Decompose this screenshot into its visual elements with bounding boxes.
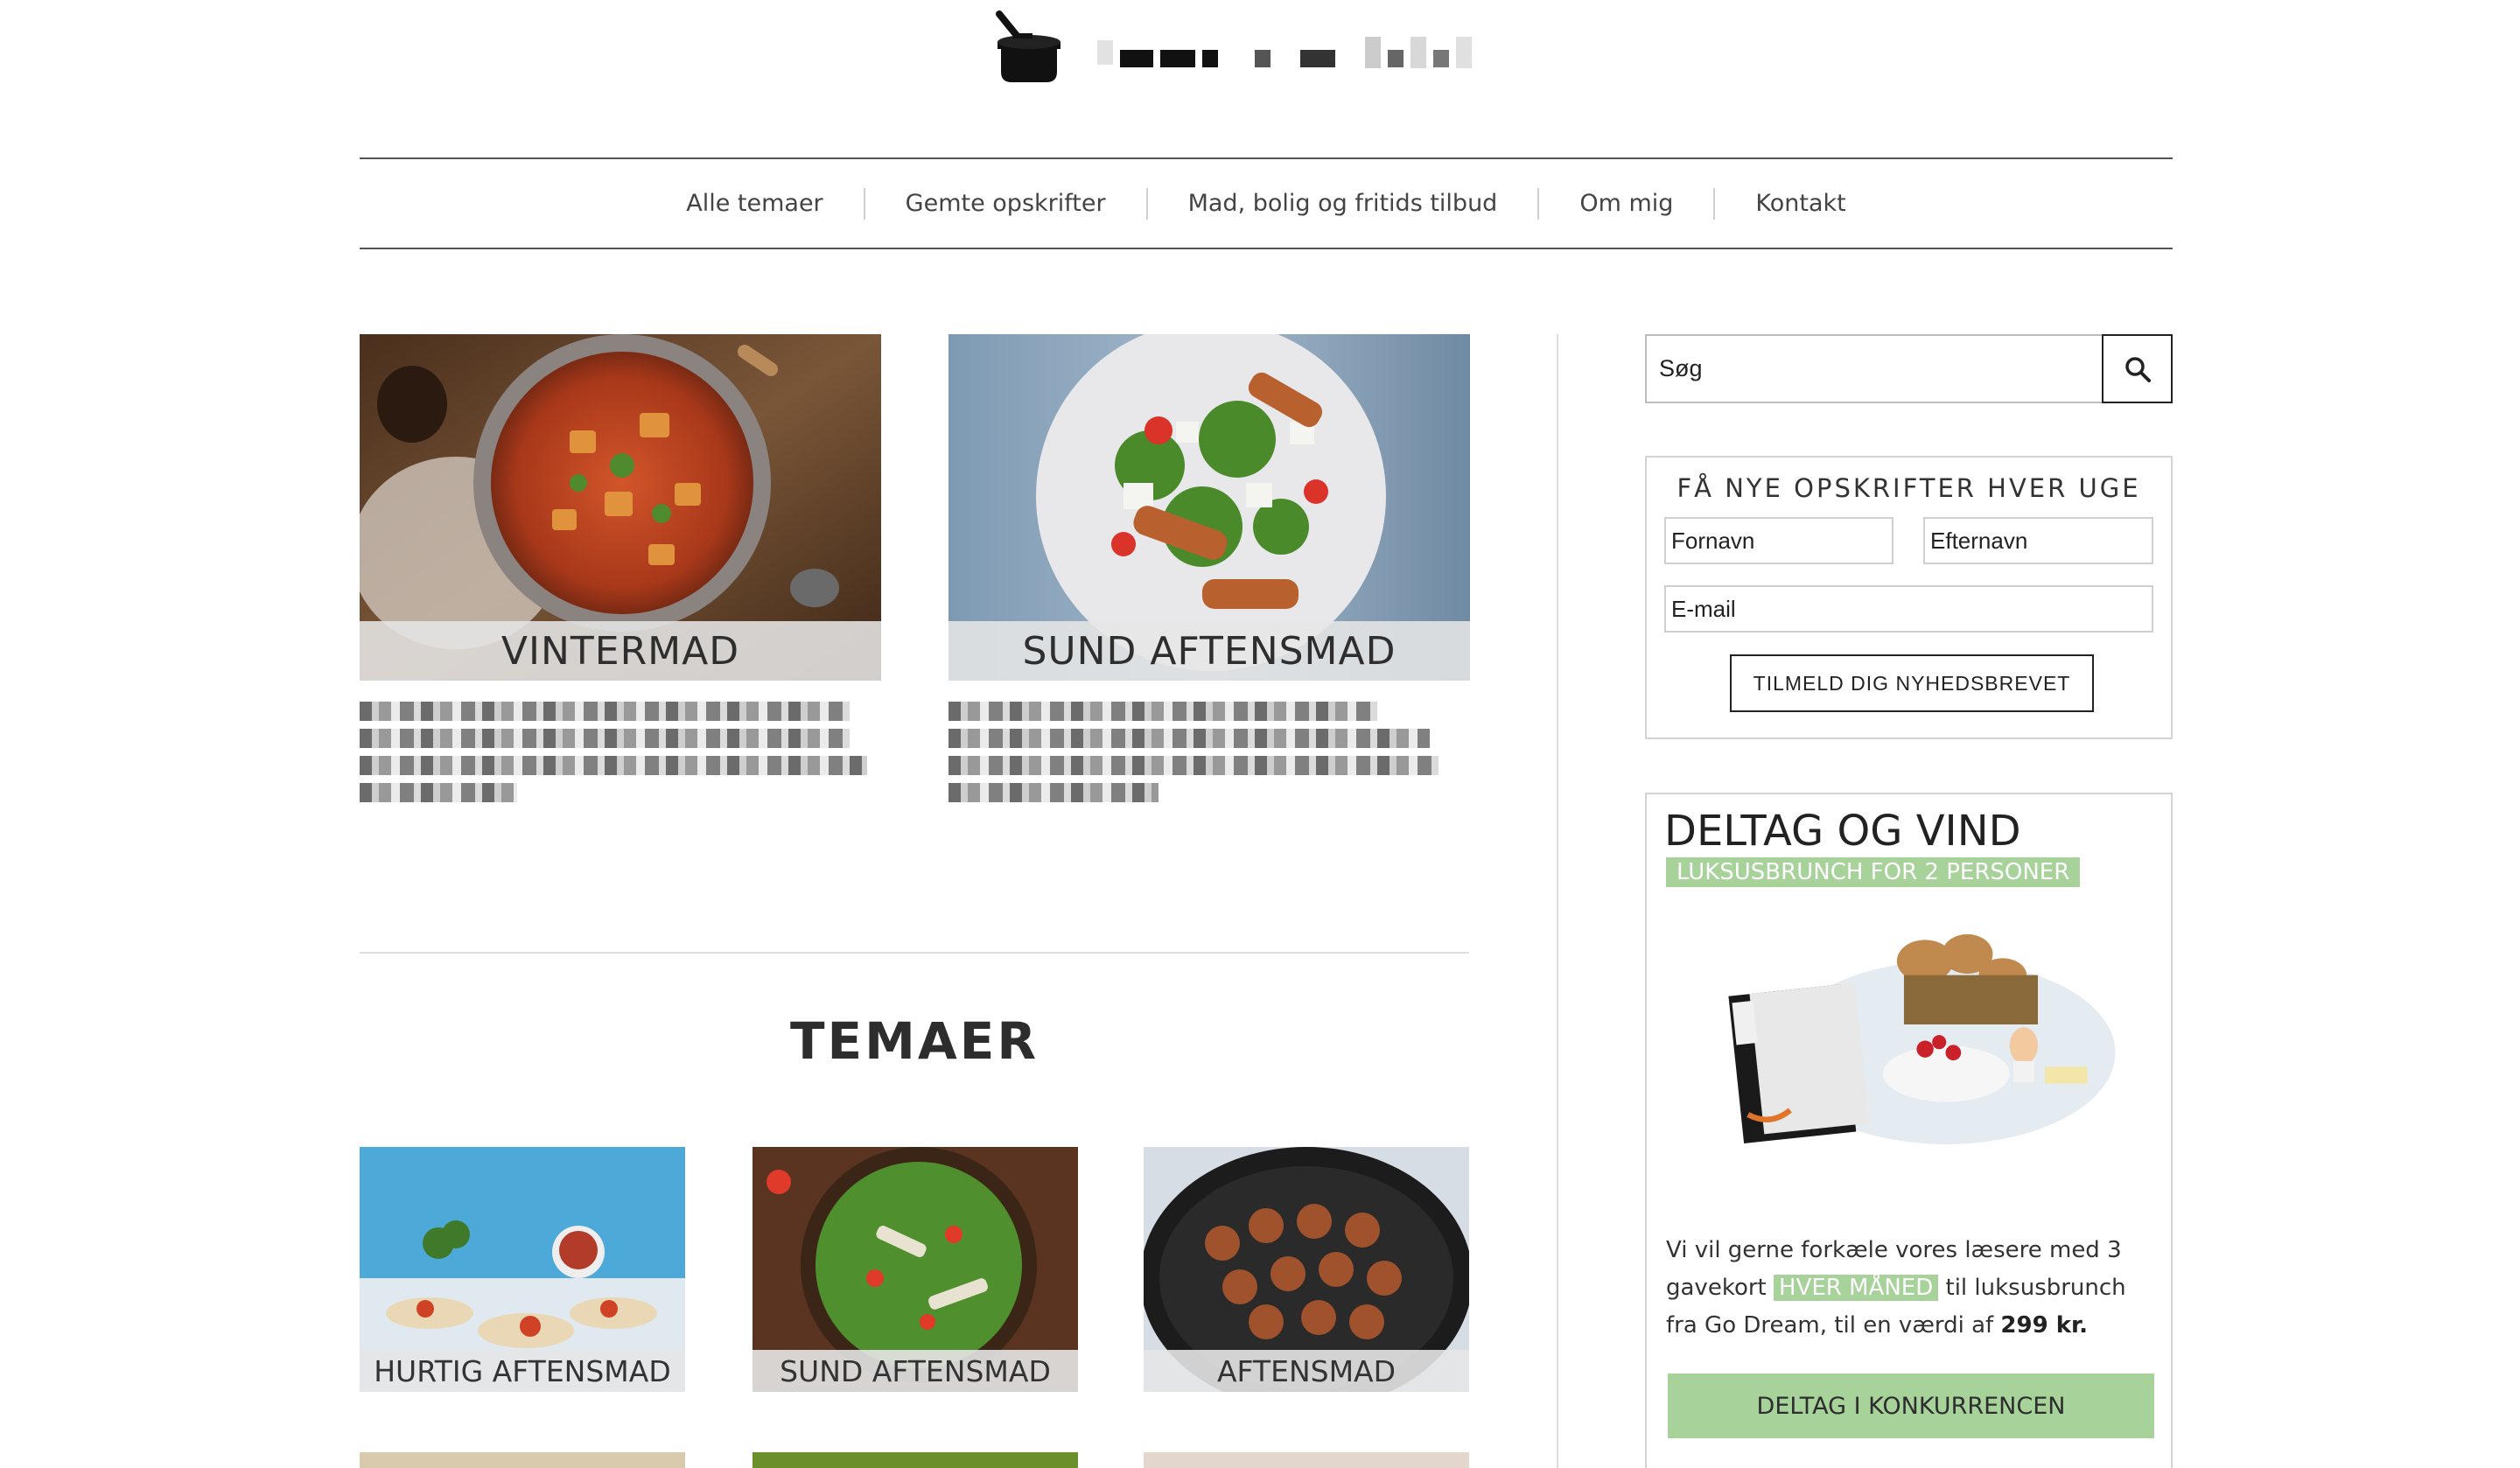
email-field[interactable] bbox=[1664, 585, 2153, 633]
nav-item-alle-temaer[interactable]: Alle temaer bbox=[646, 188, 863, 220]
feature-label: SUND AFTENSMAD bbox=[948, 621, 1470, 681]
search-box bbox=[1645, 334, 2173, 403]
newsletter-box: FÅ NYE OPSKRIFTER HVER UGE TILMELD DIG N… bbox=[1645, 456, 2173, 739]
theme-label: SUND AFTENSMAD bbox=[752, 1350, 1078, 1392]
theme-tile-partial[interactable] bbox=[1144, 1452, 1469, 1468]
theme-tile-hurtig-aftensmad[interactable]: HURTIG AFTENSMAD bbox=[360, 1147, 685, 1392]
nav-item-tilbud[interactable]: Mad, bolig og fritids tilbud bbox=[1145, 187, 1538, 220]
feature-excerpt-blurred bbox=[360, 702, 881, 802]
contest-description: Vi vil gerne forkæle vores læsere med 3 … bbox=[1666, 1232, 2156, 1345]
main-nav: Alle temaer Gemte opskrifter Mad, bolig … bbox=[360, 159, 2173, 248]
contest-tag: LUKSUSBRUNCH FOR 2 PERSONER bbox=[1666, 857, 2081, 887]
feature-image-stew[interactable]: VINTERMAD bbox=[360, 334, 881, 681]
join-contest-button[interactable]: DELTAG I KONKURRENCEN bbox=[1668, 1374, 2154, 1438]
nav-item-om-mig[interactable]: Om mig bbox=[1537, 187, 1713, 220]
column-separator bbox=[1557, 334, 1558, 1468]
contest-highlight: HVER MÅNED bbox=[1774, 1275, 1939, 1301]
cooking-pot-icon bbox=[996, 10, 1060, 82]
search-button[interactable] bbox=[2102, 334, 2173, 403]
site-logo[interactable] bbox=[987, 7, 1512, 91]
theme-label: AFTENSMAD bbox=[1144, 1350, 1469, 1392]
last-name-field[interactable] bbox=[1923, 517, 2153, 564]
newsletter-title: FÅ NYE OPSKRIFTER HVER UGE bbox=[1676, 473, 2141, 503]
theme-tile-aftensmad[interactable]: AFTENSMAD bbox=[1144, 1147, 1469, 1392]
search-icon bbox=[2124, 356, 2151, 382]
feature-card-vintermad[interactable]: VINTERMAD bbox=[360, 334, 881, 810]
contest-box: DELTAG OG VIND LUKSUSBRUNCH FOR 2 PERSON… bbox=[1645, 793, 2173, 1468]
search-input[interactable] bbox=[1647, 336, 2102, 402]
page: Alle temaer Gemte opskrifter Mad, bolig … bbox=[0, 0, 2520, 1468]
brunch-promo-image[interactable] bbox=[1666, 898, 2156, 1151]
theme-label: HURTIG AFTENSMAD bbox=[360, 1350, 685, 1392]
first-name-field[interactable] bbox=[1664, 517, 1894, 564]
nav-item-kontakt[interactable]: Kontakt bbox=[1713, 187, 1886, 220]
feature-label: VINTERMAD bbox=[360, 621, 881, 681]
theme-tile-partial[interactable] bbox=[752, 1452, 1078, 1468]
theme-tile-sund-aftensmad[interactable]: SUND AFTENSMAD bbox=[752, 1147, 1078, 1392]
contest-title: DELTAG OG VIND bbox=[1664, 807, 2021, 856]
nav-item-gemte-opskrifter[interactable]: Gemte opskrifter bbox=[863, 187, 1146, 220]
feature-image-salad[interactable]: SUND AFTENSMAD bbox=[948, 334, 1470, 681]
theme-tile-partial[interactable] bbox=[360, 1452, 685, 1468]
contest-price: 299 kr. bbox=[2000, 1312, 2089, 1339]
themes-heading: TEMAER bbox=[789, 1011, 1040, 1071]
feature-card-sund-aftensmad[interactable]: SUND AFTENSMAD bbox=[948, 334, 1470, 810]
feature-excerpt-blurred bbox=[948, 702, 1470, 802]
section-divider bbox=[360, 952, 1469, 954]
newsletter-signup-button[interactable]: TILMELD DIG NYHEDSBREVET bbox=[1730, 654, 2094, 712]
nav-bottom-rule bbox=[360, 248, 2173, 249]
logo-wordmark bbox=[1097, 33, 1472, 72]
